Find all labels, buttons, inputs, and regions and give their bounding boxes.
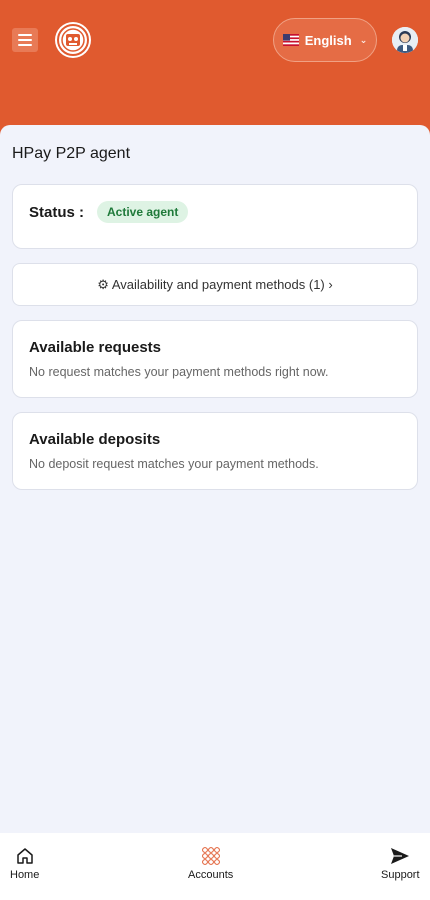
app-header: English ⌄	[0, 0, 430, 140]
nav-home-label: Home	[10, 869, 40, 881]
send-icon	[391, 848, 410, 864]
avatar-icon	[392, 27, 418, 53]
nav-support-label: Support	[381, 869, 420, 881]
nav-support[interactable]: Support	[381, 847, 420, 881]
nav-accounts[interactable]: Accounts	[188, 847, 233, 881]
main-content: HPay P2P agent Status : Active agent ⚙ A…	[0, 125, 430, 833]
deposits-title: Available deposits	[29, 431, 161, 448]
status-card: Status : Active agent	[12, 184, 418, 249]
hamburger-icon-line	[18, 39, 32, 41]
language-selector-button[interactable]: English ⌄	[273, 18, 377, 62]
available-deposits-card: Available deposits No deposit request ma…	[12, 412, 418, 490]
us-flag-icon	[282, 34, 299, 46]
hamburger-icon-line	[18, 34, 32, 36]
status-label: Status :	[29, 204, 85, 221]
hamburger-icon-line	[18, 44, 32, 46]
bottom-navigation: Home Accounts Support	[0, 833, 430, 900]
status-badge: Active agent	[97, 201, 189, 223]
availability-payment-methods-button[interactable]: ⚙ Availability and payment methods (1) ›	[12, 263, 418, 306]
nav-home[interactable]: Home	[10, 847, 39, 881]
home-icon	[16, 848, 33, 864]
page-title: HPay P2P agent	[12, 145, 131, 162]
user-avatar[interactable]	[392, 27, 418, 53]
requests-empty-text: No request matches your payment methods …	[29, 365, 329, 379]
deposits-empty-text: No deposit request matches your payment …	[29, 457, 319, 471]
logo-icon	[57, 24, 89, 56]
requests-title: Available requests	[29, 339, 162, 356]
chevron-down-icon: ⌄	[359, 34, 368, 45]
availability-button-label: ⚙ Availability and payment methods (1) ›	[97, 276, 333, 292]
brand-logo[interactable]	[55, 22, 91, 58]
grid-icon	[201, 847, 220, 865]
nav-accounts-label: Accounts	[188, 869, 234, 881]
hamburger-menu-button[interactable]	[12, 28, 38, 52]
language-label: English	[304, 32, 352, 48]
available-requests-card: Available requests No request matches yo…	[12, 320, 418, 398]
